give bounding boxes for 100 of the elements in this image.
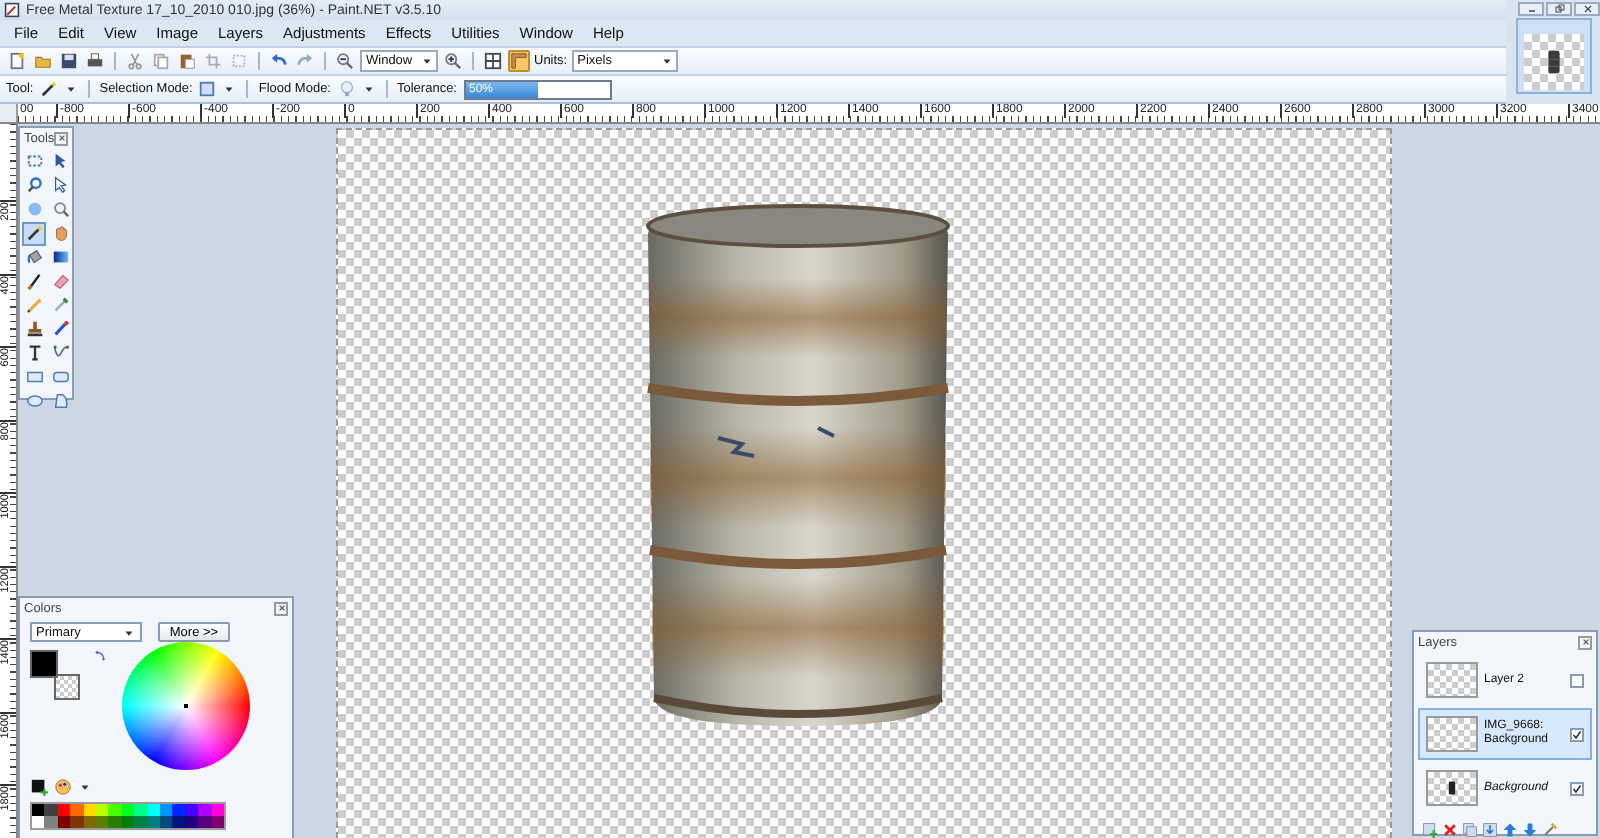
close-button[interactable] — [1574, 2, 1600, 16]
save-button[interactable] — [58, 50, 80, 72]
tool-button[interactable] — [22, 270, 46, 293]
palette-swatch[interactable] — [172, 816, 186, 828]
brush-icon — [25, 272, 43, 291]
caret-icon[interactable] — [659, 54, 674, 68]
redo-icon — [296, 52, 314, 70]
bulb-icon[interactable] — [337, 80, 355, 98]
grid-button[interactable] — [482, 50, 504, 72]
rectangle-icon — [25, 368, 43, 387]
layer-thumbnail — [1426, 716, 1478, 752]
cut-button[interactable] — [124, 50, 146, 72]
arrow-cursor-icon — [51, 152, 69, 171]
arrow-outline-icon — [51, 176, 69, 195]
wand-icon — [25, 224, 43, 243]
hand-icon — [51, 224, 69, 243]
visibility-checkbox[interactable] — [1570, 673, 1584, 687]
checkmark-icon — [1572, 783, 1582, 793]
folder-icon — [34, 52, 52, 70]
deselect-button[interactable] — [228, 50, 250, 72]
image-thumbnail[interactable] — [1515, 18, 1591, 94]
palette-swatch[interactable] — [44, 804, 58, 816]
palette-swatch[interactable] — [44, 816, 58, 828]
palette-swatch[interactable] — [160, 816, 173, 828]
minimize-icon — [1525, 4, 1537, 14]
close-glyph-icon — [55, 132, 68, 144]
palette-swatch[interactable] — [108, 816, 122, 828]
crop-icon — [204, 52, 222, 70]
close-icon — [1581, 4, 1593, 14]
palette-swatch[interactable] — [70, 804, 84, 816]
checkmark-icon — [1572, 729, 1582, 739]
close-icon[interactable] — [1578, 635, 1592, 649]
caret-icon[interactable] — [78, 780, 92, 794]
freeform-shape-icon — [51, 392, 69, 411]
ruler-icon — [510, 52, 528, 70]
secondary-color-swatch[interactable] — [54, 674, 80, 700]
delete-icon[interactable] — [1442, 822, 1458, 838]
caret-icon[interactable] — [63, 82, 78, 96]
bucket-icon — [25, 248, 43, 267]
wand-icon[interactable] — [39, 80, 58, 98]
properties-icon[interactable] — [1542, 822, 1558, 838]
swap-arrow-icon[interactable] — [94, 650, 106, 662]
palette-swatch[interactable] — [172, 804, 186, 816]
merge-layer-icon[interactable] — [1482, 822, 1498, 838]
crop-button[interactable] — [202, 50, 224, 72]
pencil-icon — [25, 296, 43, 315]
palette-icon[interactable] — [54, 778, 72, 796]
duplicate-layer-icon[interactable] — [1462, 822, 1478, 838]
new-icon — [8, 52, 26, 70]
add-color-icon[interactable] — [30, 778, 48, 796]
recolor-brush-icon — [51, 320, 69, 339]
palette-swatch[interactable] — [198, 816, 212, 828]
eraser-icon — [51, 272, 69, 291]
visibility-checkbox[interactable] — [1570, 781, 1584, 795]
zoom-in-icon — [444, 52, 462, 70]
palette-swatch[interactable] — [134, 804, 148, 816]
deselect-icon — [230, 52, 248, 70]
minimize-button[interactable] — [1518, 2, 1544, 16]
print-icon — [86, 52, 104, 70]
save-icon — [60, 52, 78, 70]
restore-button[interactable] — [1546, 2, 1572, 16]
add-layer-icon[interactable] — [1422, 822, 1438, 838]
print-button[interactable] — [84, 50, 106, 72]
close-icon[interactable] — [54, 131, 69, 145]
visibility-checkbox[interactable] — [1570, 727, 1584, 741]
palette-swatch[interactable] — [32, 816, 45, 828]
primary-color-swatch[interactable] — [30, 650, 58, 678]
caret-icon[interactable] — [361, 82, 375, 96]
palette-swatch[interactable] — [96, 816, 109, 828]
dropper-icon — [51, 296, 69, 315]
undo-icon — [270, 52, 288, 70]
text-icon — [25, 344, 43, 363]
zoom-out-button[interactable] — [334, 50, 356, 72]
caret-icon[interactable] — [420, 54, 434, 68]
close-icon[interactable] — [274, 601, 288, 615]
tool-button[interactable] — [22, 318, 46, 341]
caret-icon[interactable] — [222, 82, 237, 96]
selection-mode-icon[interactable] — [198, 80, 217, 98]
close-glyph-icon — [1579, 636, 1591, 648]
grid-icon — [484, 52, 502, 70]
arrow-down-icon[interactable] — [1522, 822, 1538, 838]
new-button[interactable] — [6, 50, 28, 72]
palette-swatch[interactable] — [160, 804, 173, 816]
palette-swatch[interactable] — [32, 804, 45, 816]
palette-swatch[interactable] — [96, 804, 109, 816]
palette-swatch[interactable] — [108, 804, 122, 816]
app-icon — [4, 2, 20, 18]
cut-icon — [126, 52, 144, 70]
copy-button[interactable] — [150, 50, 172, 72]
paste-button[interactable] — [176, 50, 198, 72]
ellipse-icon — [25, 392, 43, 411]
arrow-up-icon[interactable] — [1502, 822, 1518, 838]
palette-swatch[interactable] — [70, 816, 84, 828]
tool-button[interactable] — [22, 222, 46, 245]
palette-swatch[interactable] — [134, 816, 148, 828]
zoom-in-button[interactable] — [442, 50, 464, 72]
palette-swatch[interactable] — [198, 804, 212, 816]
restore-icon — [1553, 4, 1565, 14]
zoom-icon — [51, 200, 69, 219]
dashed-rectangle-icon — [25, 152, 43, 171]
